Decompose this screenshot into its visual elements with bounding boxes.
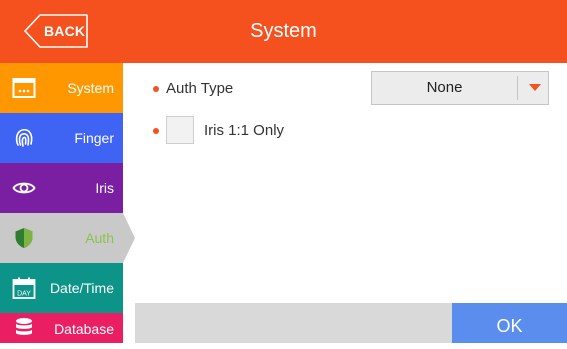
footer-bar xyxy=(135,303,452,343)
eye-icon xyxy=(12,182,36,194)
back-button-label: BACK xyxy=(44,23,86,39)
dropdown-arrow-icon xyxy=(529,84,541,91)
active-item-pointer xyxy=(123,213,135,263)
shield-icon xyxy=(15,228,33,248)
sidebar-item-label: Auth xyxy=(85,230,114,246)
back-button[interactable]: BACK xyxy=(24,14,89,48)
auth-type-selected-value: None xyxy=(426,79,463,96)
sidebar-item-auth[interactable]: Auth xyxy=(0,213,135,263)
sidebar: System Finger Iris Auth DAY Date/Time Da… xyxy=(0,63,135,343)
system-window-icon xyxy=(12,78,36,98)
ok-button[interactable]: OK xyxy=(452,303,567,343)
database-icon xyxy=(16,318,32,335)
header-bar: System BACK xyxy=(0,0,567,63)
iris-only-checkbox[interactable] xyxy=(166,116,194,144)
sidebar-item-database[interactable]: Database xyxy=(0,313,123,343)
sidebar-item-label: Finger xyxy=(74,130,114,146)
ok-button-label: OK xyxy=(496,316,523,336)
fingerprint-icon xyxy=(15,128,33,147)
iris-only-label: Iris 1:1 Only xyxy=(204,122,285,139)
sidebar-item-label: System xyxy=(67,80,114,96)
auth-type-bullet xyxy=(153,86,159,92)
sidebar-item-label: Database xyxy=(54,321,114,337)
svg-text:DAY: DAY xyxy=(17,291,31,298)
dropdown-divider xyxy=(517,76,518,100)
iris-only-bullet xyxy=(153,128,159,134)
sidebar-item-label: Date/Time xyxy=(49,280,114,296)
calendar-day-icon: DAY xyxy=(12,277,36,299)
settings-panel: Auth Type None Iris 1:1 Only xyxy=(135,63,567,303)
sidebar-item-label: Iris xyxy=(95,180,114,196)
sidebar-item-iris[interactable]: Iris xyxy=(0,163,123,213)
sidebar-item-datetime[interactable]: DAY Date/Time xyxy=(0,263,123,313)
sidebar-item-system[interactable]: System xyxy=(0,63,123,113)
auth-type-dropdown[interactable]: None xyxy=(371,71,549,105)
auth-type-label: Auth Type xyxy=(166,80,234,97)
sidebar-item-finger[interactable]: Finger xyxy=(0,113,123,163)
